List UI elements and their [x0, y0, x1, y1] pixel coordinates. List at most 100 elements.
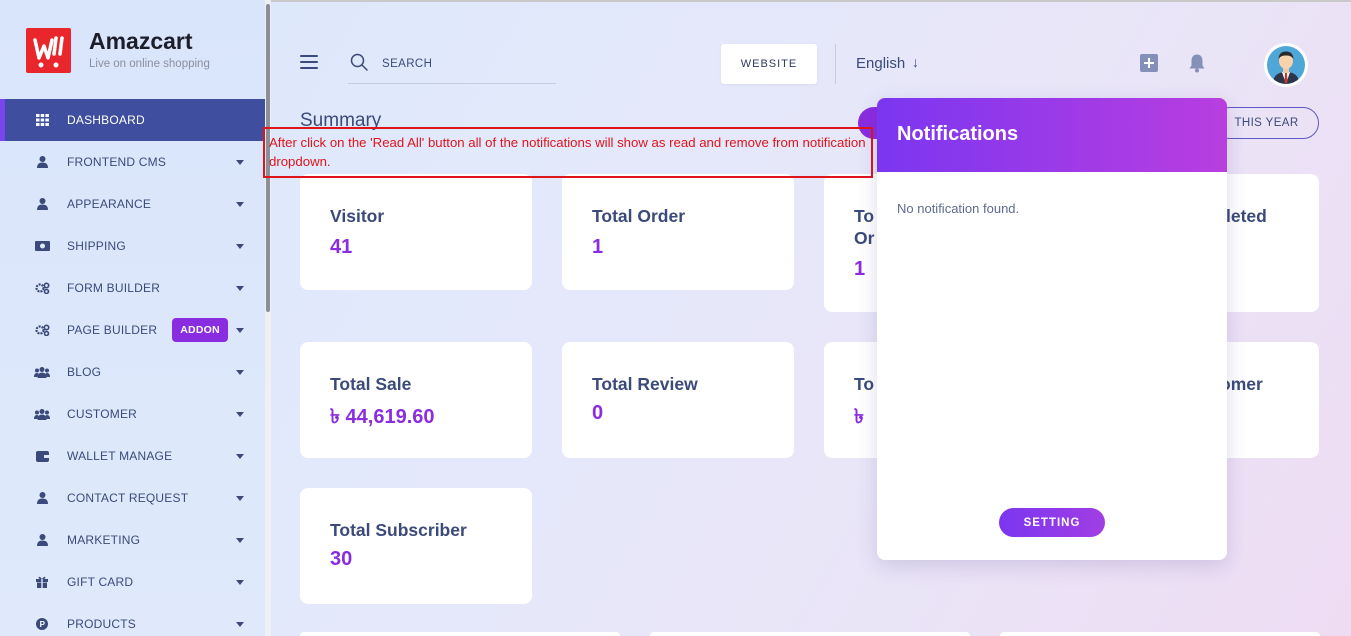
caret-down-icon [236, 453, 244, 459]
sidebar-item-wallet-manage[interactable]: WALLET MANAGE [0, 435, 265, 477]
notifications-dropdown: Notifications No notification found. SET… [877, 98, 1227, 560]
card-value: ৳ [854, 406, 864, 428]
caret-down-icon [236, 495, 244, 501]
website-button[interactable]: WEBSITE [721, 44, 817, 84]
card-value: 1 [592, 236, 604, 258]
sidebar-item-marketing[interactable]: MARKETING [0, 519, 265, 561]
sidebar-item-label: GIFT CARD [67, 575, 134, 589]
wallet-icon [34, 448, 50, 464]
notifications-title: Notifications [897, 123, 1019, 145]
brand-tagline: Live on online shopping [89, 58, 210, 70]
product-icon: P [34, 616, 50, 632]
this-year-button[interactable]: THIS YEAR [1214, 107, 1319, 139]
caret-down-icon [236, 327, 244, 333]
annotation-text: After click on the 'Read All' button all… [269, 135, 866, 169]
gift-icon [34, 574, 50, 590]
money-icon [34, 238, 50, 254]
sidebar-item-shipping[interactable]: SHIPPING [0, 225, 265, 267]
card-title: Total Sale [330, 374, 412, 394]
sidebar-item-label: PRODUCTS [67, 617, 136, 631]
sidebar-item-products[interactable]: P PRODUCTS [0, 603, 265, 636]
stat-card-visitor: Visitor 41 [300, 174, 532, 290]
sidebar-item-label: CUSTOMER [67, 407, 138, 421]
caret-down-icon [236, 201, 244, 207]
sidebar: Amazcart Live on online shopping DASHBOA… [0, 0, 265, 636]
next-card-edge [650, 632, 970, 636]
next-card-edge [300, 632, 620, 636]
caret-down-icon [236, 369, 244, 375]
sidebar-item-appearance[interactable]: APPEARANCE [0, 183, 265, 225]
bell-icon[interactable] [1187, 53, 1207, 78]
user-icon [34, 532, 50, 548]
caret-down-icon [236, 579, 244, 585]
caret-down-icon [236, 621, 244, 627]
notification-setting-button[interactable]: SETTING [999, 508, 1105, 537]
card-title: To [854, 206, 875, 226]
sidebar-item-label: SHIPPING [67, 239, 126, 253]
menu-toggle-icon[interactable] [300, 55, 318, 69]
avatar[interactable] [1264, 43, 1308, 87]
stat-card-total-sale: Total Sale ৳ 44,619.60 [300, 342, 532, 458]
brand-logo[interactable] [26, 28, 71, 73]
sidebar-item-form-builder[interactable]: FORM BUILDER [0, 267, 265, 309]
sidebar-item-label: MARKETING [67, 533, 141, 547]
card-value: 0 [592, 402, 604, 424]
caret-down-icon [236, 243, 244, 249]
user-icon [34, 490, 50, 506]
sidebar-item-label: CONTACT REQUEST [67, 491, 189, 505]
sidebar-item-contact-request[interactable]: CONTACT REQUEST [0, 477, 265, 519]
caret-down-icon [236, 537, 244, 543]
gears-icon [34, 322, 50, 338]
card-title: Total Order [592, 206, 686, 226]
gears-icon [34, 280, 50, 296]
sidebar-item-blog[interactable]: BLOG [0, 351, 265, 393]
user-icon [34, 154, 50, 170]
users-icon [34, 406, 50, 422]
grid-icon [34, 112, 50, 128]
sidebar-item-label: APPEARANCE [67, 197, 152, 211]
sidebar-item-page-builder[interactable]: PAGE BUILDER ADDON [0, 309, 265, 351]
notifications-empty-text: No notification found. [897, 201, 1020, 216]
card-title: Visitor [330, 206, 385, 226]
arrow-down-icon[interactable]: ↓ [912, 54, 919, 70]
card-value: 30 [330, 548, 353, 570]
caret-down-icon [236, 411, 244, 417]
sidebar-item-label: FORM BUILDER [67, 281, 161, 295]
sidebar-menu: DASHBOARD FRONTEND CMS APPEARANCE SHIPPI… [0, 99, 265, 636]
card-title: Total Subscriber [330, 520, 467, 540]
sidebar-item-label: WALLET MANAGE [67, 449, 173, 463]
header-divider [835, 44, 836, 84]
card-title-line2: Or [854, 228, 875, 248]
sidebar-scrollbar[interactable] [265, 0, 271, 636]
sidebar-item-label: PAGE BUILDER [67, 323, 158, 337]
add-square-icon[interactable] [1140, 54, 1158, 72]
search-bar [348, 50, 556, 84]
card-title: leted [1226, 206, 1267, 226]
user-icon [34, 196, 50, 212]
users-icon [34, 364, 50, 380]
language-select[interactable]: English [856, 55, 905, 72]
addon-badge: ADDON [172, 318, 228, 342]
card-title: To [854, 374, 875, 394]
caret-down-icon [236, 285, 244, 291]
caret-down-icon [236, 159, 244, 165]
sidebar-item-frontend-cms[interactable]: FRONTEND CMS [0, 141, 265, 183]
stat-card-total-review: Total Review 0 [562, 342, 794, 458]
sidebar-item-customer[interactable]: CUSTOMER [0, 393, 265, 435]
svg-text:P: P [40, 620, 46, 629]
card-value: ৳ 44,619.60 [330, 406, 435, 428]
sidebar-item-label: DASHBOARD [67, 113, 145, 127]
sidebar-item-gift-card[interactable]: GIFT CARD [0, 561, 265, 603]
card-value: 1 [854, 258, 866, 280]
stat-card-total-subscriber: Total Subscriber 30 [300, 488, 532, 604]
sidebar-item-dashboard[interactable]: DASHBOARD [0, 99, 265, 141]
search-icon[interactable] [350, 53, 368, 71]
brand-name: Amazcart [89, 28, 193, 54]
notifications-header: Notifications [877, 98, 1227, 172]
sidebar-item-label: FRONTEND CMS [67, 155, 167, 169]
search-input[interactable] [382, 54, 552, 74]
sidebar-item-label: BLOG [67, 365, 102, 379]
card-title: Total Review [592, 374, 698, 394]
stat-card-total-order: Total Order 1 [562, 174, 794, 290]
card-value: 41 [330, 236, 353, 258]
